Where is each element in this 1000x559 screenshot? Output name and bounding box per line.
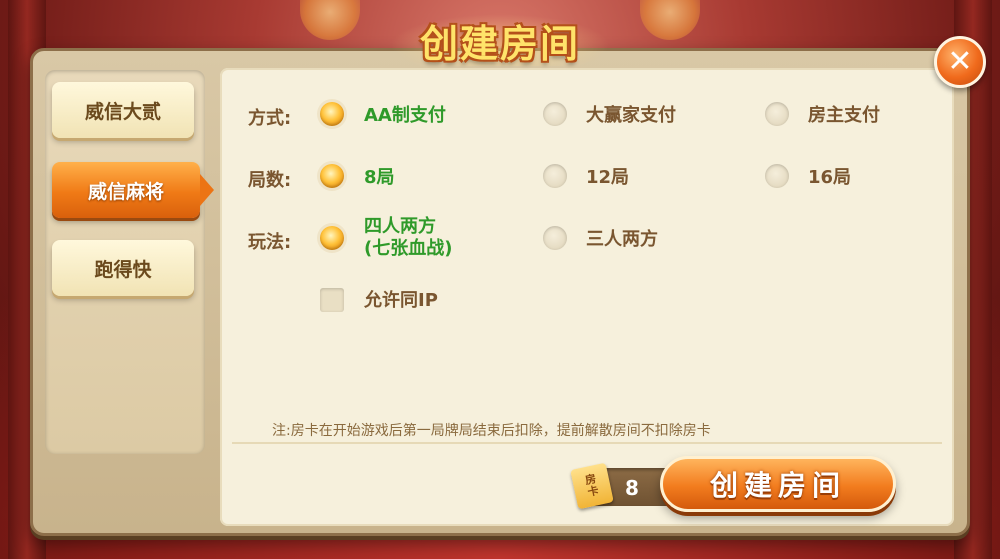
rounds-8-option[interactable]: 8局 <box>364 167 395 189</box>
mode-three-player-radio[interactable] <box>543 226 567 250</box>
mode-four-player-radio[interactable] <box>320 226 344 250</box>
payment-winner-option[interactable]: 大赢家支付 <box>586 105 676 127</box>
close-icon: ✕ <box>947 44 973 79</box>
payment-aa-option[interactable]: AA制支付 <box>364 105 446 127</box>
tab-weixin-majiang[interactable]: 威信麻将 <box>52 162 214 218</box>
allow-same-ip-label[interactable]: 允许同IP <box>364 290 438 312</box>
rounds-8-radio[interactable] <box>320 164 344 188</box>
tab-paodekuai[interactable]: 跑得快 <box>52 240 194 296</box>
lantern-decor <box>640 0 700 40</box>
payment-host-option[interactable]: 房主支付 <box>808 105 880 127</box>
payment-aa-radio[interactable] <box>320 102 344 126</box>
mode-four-player-line2: (七张血战) <box>364 238 453 259</box>
payment-label: 方式: <box>248 108 292 129</box>
divider <box>232 442 942 444</box>
mode-four-player-option[interactable]: 四人两方 (七张血战) <box>364 216 452 260</box>
create-room-button-label: 创建房间 <box>709 469 846 502</box>
create-room-button[interactable]: 创建房间 <box>660 456 896 512</box>
tab-label: 跑得快 <box>94 258 152 281</box>
dialog-title: 创建房间 <box>390 8 610 72</box>
mode-label: 玩法: <box>248 232 292 253</box>
payment-host-radio[interactable] <box>765 102 789 126</box>
room-card-note: 注:房卡在开始游戏后第一局牌局结束后扣除，提前解散房间不扣除房卡 <box>272 423 711 439</box>
allow-same-ip-checkbox[interactable] <box>320 288 344 312</box>
mode-four-player-line1: 四人两方 <box>364 216 436 237</box>
rounds-12-option[interactable]: 12局 <box>586 167 629 189</box>
dialog-title-text: 创建房间 <box>419 21 580 66</box>
lantern-decor <box>300 0 360 40</box>
room-card-count: 8 <box>625 476 639 500</box>
room-card-icon-text: 房卡 <box>583 472 600 499</box>
rounds-label: 局数: <box>248 170 292 191</box>
rounds-16-radio[interactable] <box>765 164 789 188</box>
rounds-12-radio[interactable] <box>543 164 567 188</box>
close-button[interactable]: ✕ <box>934 36 986 88</box>
mode-three-player-option[interactable]: 三人两方 <box>586 229 658 251</box>
tab-label: 威信大贰 <box>84 100 161 123</box>
payment-winner-radio[interactable] <box>543 102 567 126</box>
tab-weixin-daer[interactable]: 威信大贰 <box>52 82 194 138</box>
tab-label: 威信麻将 <box>87 180 164 203</box>
rounds-16-option[interactable]: 16局 <box>808 167 851 189</box>
